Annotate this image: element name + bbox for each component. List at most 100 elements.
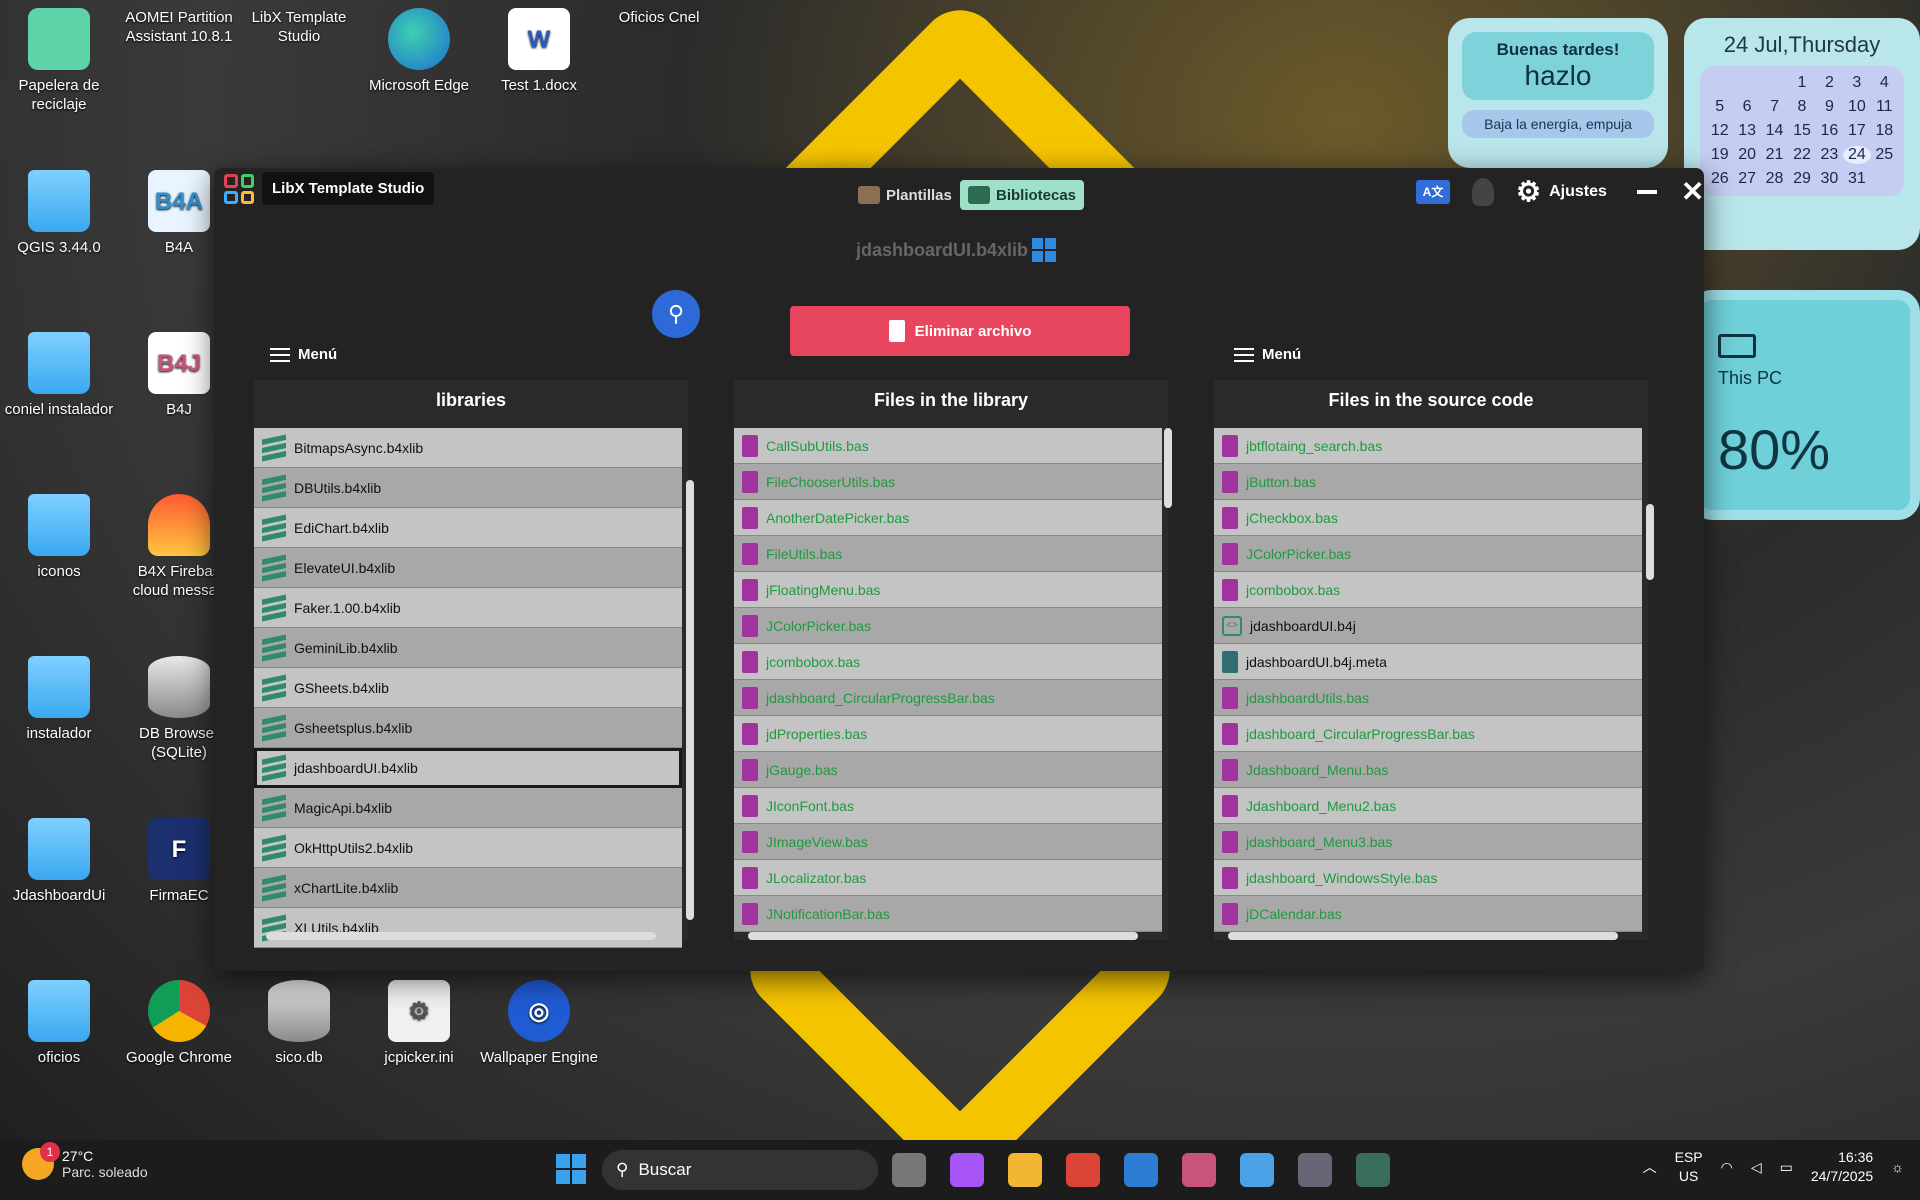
gear-icon[interactable]: ⚙	[1516, 178, 1541, 206]
source-file-item[interactable]: jdashboardUI.b4j.meta	[1214, 644, 1642, 680]
calendar-day[interactable]: 14	[1761, 122, 1788, 140]
source-file-item[interactable]: <> jdashboardUI.b4j	[1214, 608, 1642, 644]
calendar-day[interactable]: 19	[1706, 146, 1733, 164]
desktop-shortcut[interactable]: AOMEI Partition Assistant 10.8.1	[120, 8, 396, 238]
desktop-shortcut[interactable]: ◎ Wallpaper Engine	[480, 980, 598, 1067]
desktop-shortcut[interactable]: instalador	[0, 656, 118, 743]
calendar-day[interactable]: 24	[1843, 146, 1871, 164]
library-file-item[interactable]: JImageView.bas	[734, 824, 1162, 860]
menu-button-left[interactable]: Menú	[270, 346, 337, 363]
library-file-item[interactable]: FileUtils.bas	[734, 536, 1162, 572]
calendar-day[interactable]: 13	[1733, 122, 1760, 140]
library-item[interactable]: xChartLite.b4xlib	[254, 868, 682, 908]
libx-taskbar-icon[interactable]	[1356, 1153, 1390, 1187]
tab-libraries[interactable]: Bibliotecas	[960, 180, 1085, 210]
library-item[interactable]: DBUtils.b4xlib	[254, 468, 682, 508]
library-item[interactable]: jdashboardUI.b4xlib	[254, 748, 682, 788]
desktop-shortcut[interactable]: ⚙ jcpicker.ini	[360, 980, 478, 1067]
notification-bell-icon[interactable]: ☼	[1891, 1159, 1904, 1175]
desktop-shortcut[interactable]: Microsoft Edge	[360, 8, 478, 95]
calendar-day[interactable]: 7	[1761, 98, 1788, 116]
calendar-day[interactable]: 15	[1788, 122, 1815, 140]
taskbar-search[interactable]: ⚲ Buscar	[602, 1150, 878, 1190]
desktop-shortcut[interactable]: JdashboardUi	[0, 818, 118, 905]
library-item[interactable]: BitmapsAsync.b4xlib	[254, 428, 682, 468]
language-indicator[interactable]: ESP US	[1675, 1148, 1703, 1186]
store-icon[interactable]	[1124, 1153, 1158, 1187]
calendar-day[interactable]: 26	[1706, 170, 1733, 188]
menu-button-right[interactable]: Menú	[1234, 346, 1301, 363]
library-file-item[interactable]: JIconFont.bas	[734, 788, 1162, 824]
desktop-shortcut[interactable]: sico.db	[240, 980, 358, 1067]
task-view-icon[interactable]	[892, 1153, 926, 1187]
source-file-item[interactable]: jDCalendar.bas	[1214, 896, 1642, 932]
library-file-item[interactable]: FileChooserUtils.bas	[734, 464, 1162, 500]
library-files-list[interactable]: CallSubUtils.bas FileChooserUtils.bas Anot…	[734, 428, 1162, 954]
desktop-shortcut[interactable]: iconos	[0, 494, 118, 581]
desktop-shortcut[interactable]: LibX Template Studio	[240, 8, 516, 238]
desktop-shortcut[interactable]: Google Chrome	[120, 980, 238, 1067]
source-files-vertical-scrollbar[interactable]	[1646, 504, 1654, 580]
calendar-day[interactable]	[1706, 74, 1733, 92]
source-file-item[interactable]: jdashboard_WindowsStyle.bas	[1214, 860, 1642, 896]
calendar-day[interactable]: 11	[1871, 98, 1898, 116]
clock[interactable]: 16:36 24/7/2025	[1811, 1148, 1873, 1186]
library-file-item[interactable]: JNotificationBar.bas	[734, 896, 1162, 932]
library-file-item[interactable]: JLocalizator.bas	[734, 860, 1162, 896]
translate-icon[interactable]: A文	[1416, 180, 1450, 204]
calendar-day[interactable]	[1761, 74, 1788, 92]
source-file-item[interactable]: Jdashboard_Menu2.bas	[1214, 788, 1642, 824]
libraries-horizontal-scrollbar[interactable]	[266, 932, 656, 940]
source-file-item[interactable]: jdashboard_Menu3.bas	[1214, 824, 1642, 860]
calendar-day[interactable]: 9	[1816, 98, 1843, 116]
source-file-item[interactable]: jbtflotaing_search.bas	[1214, 428, 1642, 464]
calendar-day[interactable]: 28	[1761, 170, 1788, 188]
cloud-app-icon[interactable]	[1240, 1153, 1274, 1187]
library-item[interactable]: GSheets.b4xlib	[254, 668, 682, 708]
calendar-day[interactable]: 31	[1843, 170, 1870, 188]
calendar-day[interactable]	[1733, 74, 1760, 92]
calendar-day[interactable]: 8	[1788, 98, 1815, 116]
source-file-item[interactable]: jcombobox.bas	[1214, 572, 1642, 608]
desktop-shortcut[interactable]: Papelera de reciclaje	[0, 8, 118, 114]
wifi-icon[interactable]: ◠	[1721, 1159, 1733, 1176]
library-file-item[interactable]: CallSubUtils.bas	[734, 428, 1162, 464]
calendar-day[interactable]: 4	[1871, 74, 1898, 92]
library-item[interactable]: GeminiLib.b4xlib	[254, 628, 682, 668]
search-button[interactable]: ⚲	[652, 290, 700, 338]
calendar-day[interactable]: 20	[1733, 146, 1760, 164]
chrome-taskbar-icon[interactable]	[1066, 1153, 1100, 1187]
libraries-vertical-scrollbar[interactable]	[686, 480, 694, 920]
source-file-item[interactable]: jButton.bas	[1214, 464, 1642, 500]
b4j-taskbar-icon[interactable]	[1182, 1153, 1216, 1187]
desktop-shortcut[interactable]: coniel instalador	[0, 332, 118, 419]
calendar-day[interactable]: 12	[1706, 122, 1733, 140]
library-item[interactable]: EdiChart.b4xlib	[254, 508, 682, 548]
battery-icon[interactable]: ▭	[1780, 1159, 1793, 1176]
library-item[interactable]: XLUtils.b4xlib	[254, 908, 682, 948]
settings-taskbar-icon[interactable]	[1298, 1153, 1332, 1187]
calendar-day[interactable]: 3	[1843, 74, 1870, 92]
copilot-icon[interactable]	[950, 1153, 984, 1187]
calendar-day[interactable]: 5	[1706, 98, 1733, 116]
source-file-item[interactable]: jdashboard_CircularProgressBar.bas	[1214, 716, 1642, 752]
tab-templates[interactable]: Plantillas	[850, 180, 960, 210]
calendar-day[interactable]: 27	[1733, 170, 1760, 188]
close-icon[interactable]: ✕	[1681, 178, 1704, 206]
calendar-day[interactable]: 18	[1871, 122, 1898, 140]
library-files-vertical-scrollbar[interactable]	[1164, 428, 1172, 508]
library-item[interactable]: OkHttpUtils2.b4xlib	[254, 828, 682, 868]
chevron-up-icon[interactable]: ︿	[1643, 1157, 1657, 1177]
file-explorer-icon[interactable]	[1008, 1153, 1042, 1187]
library-item[interactable]: Gsheetsplus.b4xlib	[254, 708, 682, 748]
settings-button[interactable]: Ajustes	[1549, 183, 1607, 201]
calendar-day[interactable]: 21	[1761, 146, 1788, 164]
desktop-shortcut[interactable]: Oficios Cnel	[600, 8, 876, 238]
desktop-shortcut[interactable]: QGIS 3.44.0	[0, 170, 118, 257]
calendar-day[interactable]: 16	[1816, 122, 1843, 140]
lightbulb-icon[interactable]	[1472, 178, 1494, 206]
library-file-item[interactable]: AnotherDatePicker.bas	[734, 500, 1162, 536]
weather-widget[interactable]: 1 27°C Parc. soleado	[22, 1142, 148, 1180]
source-file-item[interactable]: jdashboardUtils.bas	[1214, 680, 1642, 716]
calendar-day[interactable]: 17	[1843, 122, 1870, 140]
